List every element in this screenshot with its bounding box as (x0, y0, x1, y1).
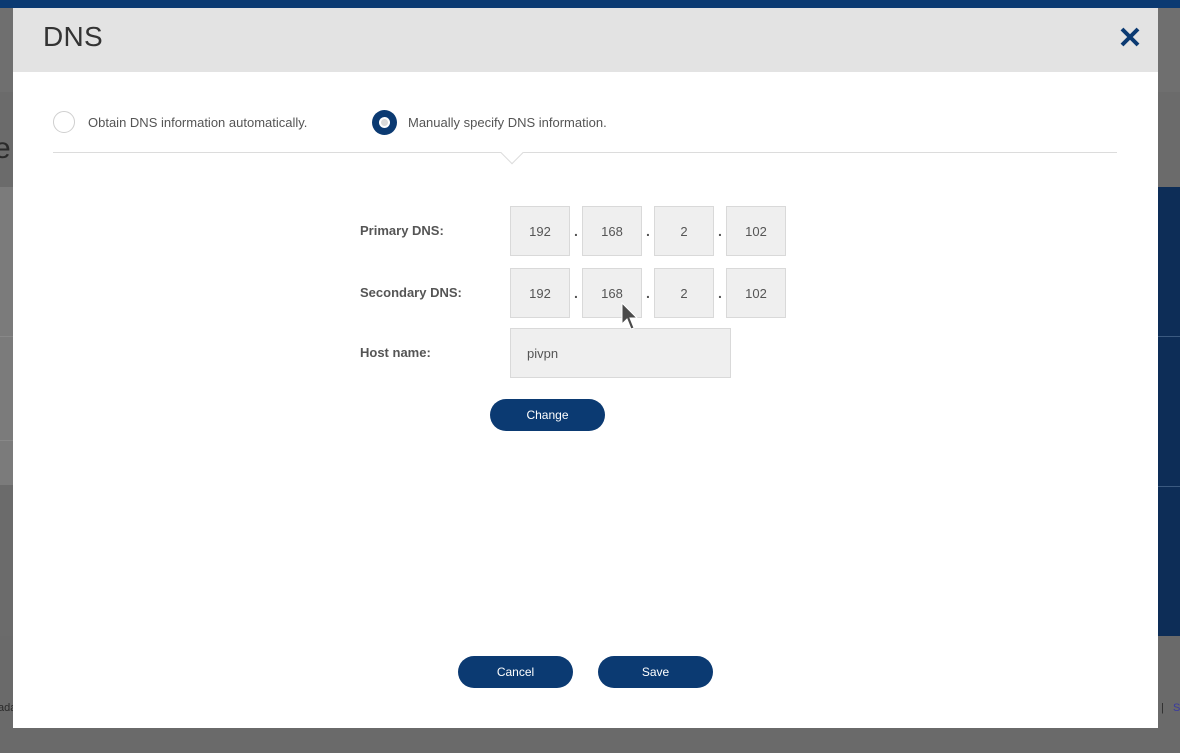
background-left-divider (0, 336, 13, 337)
section-divider (53, 152, 1117, 153)
radio-label-automatic: Obtain DNS information automatically. (88, 115, 308, 130)
background-blue-divider (1158, 336, 1180, 337)
close-button[interactable] (1115, 22, 1145, 52)
primary-dns-octet-4[interactable] (726, 206, 786, 256)
ip-separator: . (718, 223, 722, 239)
ip-separator: . (718, 285, 722, 301)
dialog-header: DNS (13, 8, 1158, 72)
radio-selected-icon (372, 110, 397, 135)
primary-dns-label: Primary DNS: (360, 223, 444, 238)
close-icon (1120, 27, 1140, 47)
change-button[interactable]: Change (490, 399, 605, 431)
ip-separator: . (646, 223, 650, 239)
secondary-dns-octet-1[interactable] (510, 268, 570, 318)
radio-obtain-dns-automatically[interactable]: Obtain DNS information automatically. (53, 111, 333, 137)
host-name-label: Host name: (360, 345, 431, 360)
secondary-dns-octet-4[interactable] (726, 268, 786, 318)
secondary-dns-octet-2[interactable] (582, 268, 642, 318)
ip-separator: . (646, 285, 650, 301)
ip-separator: . (574, 285, 578, 301)
secondary-dns-octet-3[interactable] (654, 268, 714, 318)
ip-separator: . (574, 223, 578, 239)
primary-dns-octet-2[interactable] (582, 206, 642, 256)
background-footer-separator: | (1161, 702, 1164, 714)
divider-pointer (500, 141, 524, 165)
radio-label-manual: Manually specify DNS information. (408, 115, 607, 130)
radio-manually-specify-dns[interactable]: Manually specify DNS information. (372, 110, 632, 137)
save-button[interactable]: Save (598, 656, 713, 688)
secondary-dns-label: Secondary DNS: (360, 285, 462, 300)
dialog-title: DNS (43, 21, 104, 52)
background-top-bar (0, 0, 1180, 8)
background-blue-sidebar (1158, 187, 1180, 636)
background-footer-link[interactable]: S (1173, 702, 1180, 714)
primary-dns-octet-1[interactable] (510, 206, 570, 256)
background-left-divider (0, 440, 13, 441)
radio-unselected-icon (53, 111, 75, 133)
dns-dialog: DNS Obtain DNS information automatically… (13, 8, 1158, 728)
primary-dns-octet-3[interactable] (654, 206, 714, 256)
background-partial-heading: e (0, 132, 11, 165)
cancel-button[interactable]: Cancel (458, 656, 573, 688)
background-blue-divider (1158, 486, 1180, 487)
host-name-input[interactable] (510, 328, 731, 378)
